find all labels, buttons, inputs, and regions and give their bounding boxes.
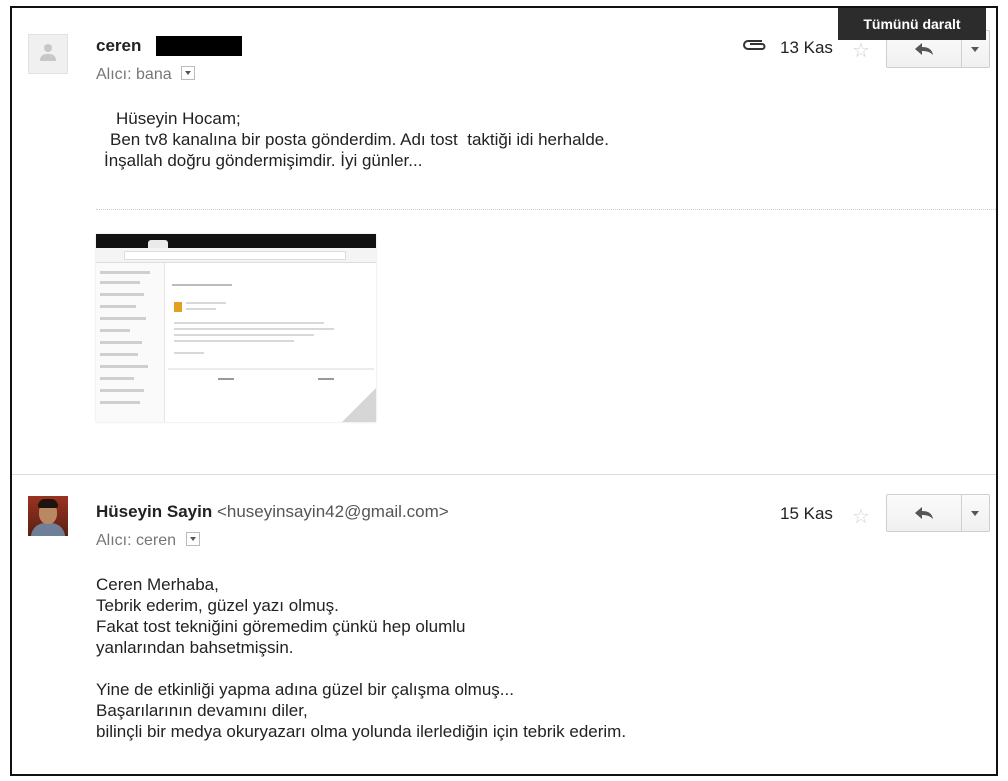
body-line: Ceren Merhaba, bbox=[96, 575, 219, 594]
body-line: İnşallah doğru göndermişimdir. İyi günle… bbox=[104, 151, 423, 170]
body-line: Tebrik ederim, güzel yazı olmuş. bbox=[96, 596, 339, 615]
body-line: Ben tv8 kanalına bir posta gönderdim. Ad… bbox=[110, 130, 609, 149]
more-options-chevron-down-icon[interactable] bbox=[961, 495, 989, 531]
default-avatar bbox=[28, 34, 68, 74]
paperclip-icon bbox=[743, 40, 766, 50]
recipient-prefix: Alıcı: bbox=[96, 532, 132, 549]
thumb-urlbar bbox=[96, 248, 376, 263]
avatar bbox=[28, 496, 68, 536]
redaction-bar bbox=[156, 36, 242, 56]
recipient-name: bana bbox=[136, 66, 172, 83]
recipient-details-chevron-down-icon[interactable] bbox=[181, 66, 196, 80]
recipient-details-chevron-down-icon[interactable] bbox=[185, 532, 200, 546]
body-line: Başarılarının devamını diler, bbox=[96, 701, 308, 720]
message-body: Ceren Merhaba, Tebrik ederim, güzel yazı… bbox=[96, 574, 626, 742]
thumb-titlebar bbox=[96, 234, 376, 248]
thumb-tab bbox=[148, 240, 168, 248]
thumb-page-curl bbox=[342, 388, 376, 422]
recipient-prefix: Alıcı: bbox=[96, 66, 132, 83]
quoted-divider bbox=[96, 209, 996, 210]
star-icon[interactable]: ☆ bbox=[852, 38, 870, 63]
message-body: Hüseyin Hocam; Ben tv8 kanalına bir post… bbox=[96, 108, 609, 171]
sender-name-text: Hüseyin Sayin bbox=[96, 502, 213, 521]
recipient-name: ceren bbox=[136, 532, 177, 549]
message-2[interactable]: Hüseyin Sayin <huseyinsayin42@gmail.com>… bbox=[12, 478, 996, 774]
collapse-all-tooltip: Tümünü daralt bbox=[838, 8, 986, 40]
reply-button[interactable] bbox=[887, 495, 962, 531]
body-line bbox=[96, 658, 626, 679]
sender-name[interactable]: Hüseyin Sayin <huseyinsayin42@gmail.com> bbox=[96, 502, 449, 522]
body-line: Hüseyin Hocam; bbox=[116, 109, 241, 128]
reply-icon bbox=[915, 507, 933, 519]
thumb-urlbox bbox=[124, 251, 346, 260]
sender-name-text: ceren bbox=[96, 36, 142, 55]
reply-icon bbox=[915, 43, 933, 55]
person-icon-body bbox=[40, 54, 56, 61]
message-date: 15 Kas bbox=[780, 504, 833, 523]
body-line: yanlarından bahsetmişsin. bbox=[96, 638, 294, 657]
reply-button-group bbox=[886, 494, 990, 532]
attachment-thumbnail[interactable] bbox=[96, 234, 376, 422]
thumb-sidebar bbox=[96, 263, 165, 422]
star-icon[interactable]: ☆ bbox=[852, 504, 870, 529]
recipient-line: Alıcı: bana bbox=[96, 66, 196, 84]
person-icon-head bbox=[44, 44, 52, 52]
sender-name[interactable]: ceren bbox=[96, 36, 141, 56]
body-line: Fakat tost tekniğini göremedim çünkü hep… bbox=[96, 617, 466, 636]
message-1[interactable]: ceren Alıcı: bana 13 Kas ☆ Tümünü daralt… bbox=[12, 8, 996, 470]
sender-email: <huseyinsayin42@gmail.com> bbox=[216, 502, 449, 521]
body-line: Yine de etkinliği yapma adına güzel bir … bbox=[96, 680, 514, 699]
recipient-line: Alıcı: ceren bbox=[96, 532, 200, 550]
message-date: 13 Kas bbox=[780, 38, 833, 57]
email-thread: ceren Alıcı: bana 13 Kas ☆ Tümünü daralt… bbox=[10, 6, 998, 776]
message-divider bbox=[12, 474, 996, 475]
body-line: bilinçli bir medya okuryazarı olma yolun… bbox=[96, 722, 627, 741]
